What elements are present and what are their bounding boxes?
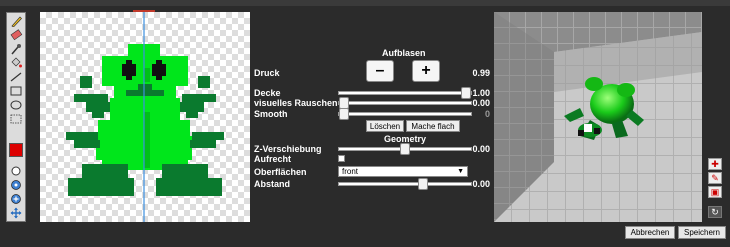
3d-preview[interactable] <box>494 12 702 222</box>
select-icon[interactable] <box>9 113 23 125</box>
pixel-canvas[interactable] <box>40 12 250 222</box>
opacity-value: 1.00 <box>472 88 490 98</box>
eraser-icon[interactable] <box>9 29 23 41</box>
noise-label: visuelles Rauschen <box>254 98 338 108</box>
smooth-slider[interactable] <box>338 108 472 120</box>
upright-label: Aufrecht <box>254 154 292 164</box>
distance-slider-handle[interactable] <box>418 178 428 190</box>
opacity-slider[interactable] <box>338 87 472 99</box>
distance-value: 0.00 <box>472 179 490 189</box>
color-swatch[interactable] <box>9 143 23 157</box>
line-icon[interactable] <box>9 71 23 83</box>
pressure-value: 0.99 <box>472 68 490 78</box>
opacity-label: Decke <box>254 88 281 98</box>
settings-panel: Aufblasen Druck – + 0.99 Decke 1.00 visu… <box>250 40 490 200</box>
decrease-pressure-button[interactable]: – <box>366 60 394 82</box>
bucket-fill-icon[interactable] <box>9 57 23 69</box>
inflate-header: Aufblasen <box>382 48 426 58</box>
smooth-slider-handle[interactable] <box>339 108 349 120</box>
rectangle-icon[interactable] <box>9 85 23 97</box>
noise-slider[interactable] <box>338 97 472 109</box>
eyedropper-icon[interactable] <box>9 43 23 55</box>
reset-view-icon[interactable]: ↻ <box>708 206 722 218</box>
noise-value: 0.00 <box>472 98 490 108</box>
edit-light-icon[interactable]: ✎ <box>708 172 722 184</box>
zshift-value: 0.00 <box>472 144 490 154</box>
chevron-down-icon: ▼ <box>457 168 464 175</box>
flatten-button[interactable]: Mache flach <box>406 120 460 132</box>
drawing-toolbar <box>6 12 26 222</box>
top-strip <box>0 0 730 6</box>
3d-scene <box>494 12 702 222</box>
zoom-icon[interactable] <box>9 179 23 191</box>
delete-button[interactable]: Löschen <box>366 120 404 132</box>
pressure-label: Druck <box>254 68 280 78</box>
move-icon[interactable] <box>9 207 23 219</box>
smooth-label: Smooth <box>254 109 288 119</box>
zoom-out-icon[interactable] <box>9 165 23 177</box>
frog-sprite <box>66 12 224 222</box>
ellipse-icon[interactable] <box>9 99 23 111</box>
surfaces-select[interactable]: front ▼ <box>338 166 468 177</box>
add-light-icon[interactable]: ✚ <box>708 158 722 170</box>
smooth-value: 0 <box>484 109 490 119</box>
increase-pressure-button[interactable]: + <box>412 60 440 82</box>
cancel-button[interactable]: Abbrechen <box>625 226 675 239</box>
zshift-slider-handle[interactable] <box>400 143 410 155</box>
remove-light-icon[interactable]: ▣ <box>708 186 722 198</box>
zshift-slider[interactable] <box>338 143 472 155</box>
upright-checkbox[interactable] <box>338 155 345 162</box>
surfaces-selected-value: front <box>342 167 359 176</box>
distance-slider[interactable] <box>338 178 472 190</box>
zoom-in-icon[interactable] <box>9 193 23 205</box>
pencil-icon[interactable] <box>9 15 23 27</box>
distance-label: Abstand <box>254 179 290 189</box>
save-button[interactable]: Speichern <box>678 226 726 239</box>
opacity-slider-handle[interactable] <box>461 87 471 99</box>
zshift-label: Z-Verschiebung <box>254 144 322 154</box>
surfaces-label: Oberflächen <box>254 167 307 177</box>
